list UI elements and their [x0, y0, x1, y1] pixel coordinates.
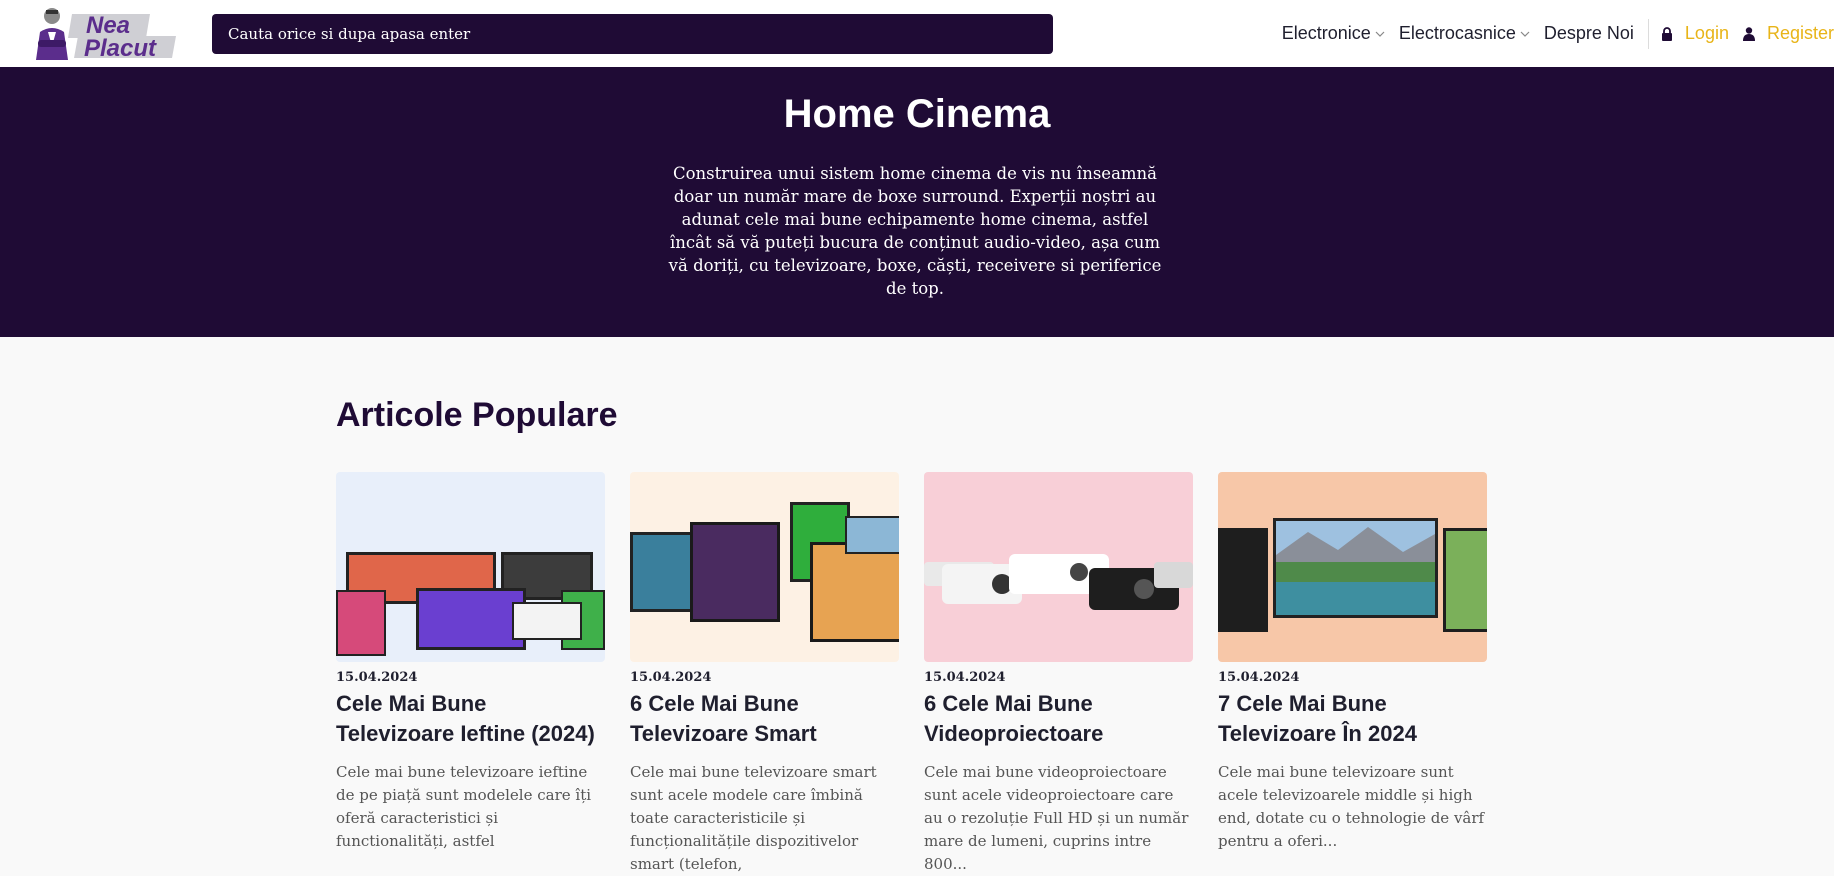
article-title[interactable]: 6 Cele Mai Bune Televizoare Smart	[630, 689, 899, 749]
nav-item-electrocasnice[interactable]: Electrocasnice	[1399, 23, 1530, 44]
user-icon	[1742, 26, 1755, 41]
nav-label: Electrocasnice	[1398, 23, 1516, 43]
nav-item-electronice[interactable]: Electronice	[1282, 23, 1385, 44]
article-title[interactable]: 7 Cele Mai Bune Televizoare În 2024	[1218, 689, 1487, 749]
lock-icon	[1661, 26, 1672, 41]
article-date: 15.04.2024	[336, 670, 418, 685]
article-excerpt: Cele mai bune videoproiectoare sunt acel…	[924, 763, 1189, 873]
article-card[interactable]: 15.04.2024 6 Cele Mai Bune Videoproiecto…	[924, 472, 1193, 876]
nav-divider	[1647, 18, 1649, 49]
article-card[interactable]: 15.04.2024 7 Cele Mai Bune Televizoare Î…	[1218, 472, 1487, 853]
main-nav: Electronice Electrocasnice Despre Noi Lo…	[1282, 0, 1834, 67]
chevron-down-icon	[1520, 31, 1530, 37]
login-link[interactable]: Login	[1661, 23, 1729, 44]
nav-item-despre-noi[interactable]: Despre Noi	[1544, 23, 1634, 44]
page-title: Home Cinema	[783, 92, 1051, 136]
nav-label: Electronice	[1281, 23, 1371, 43]
article-thumbnail[interactable]	[1218, 472, 1487, 662]
article-date: 15.04.2024	[630, 670, 712, 685]
article-thumbnail[interactable]	[630, 472, 899, 662]
logo-text-bottom: Placut	[84, 35, 157, 62]
register-label: Register	[1766, 23, 1834, 43]
article-thumbnail[interactable]	[924, 472, 1193, 662]
site-logo[interactable]: Nea Placut	[28, 2, 178, 62]
chevron-down-icon	[1375, 31, 1385, 37]
article-title[interactable]: 6 Cele Mai Bune Videoproiectoare	[924, 689, 1193, 749]
article-excerpt: Cele mai bune televizoare sunt acele tel…	[1218, 763, 1485, 850]
article-thumbnail[interactable]	[336, 472, 605, 662]
article-date: 15.04.2024	[1218, 670, 1300, 685]
article-excerpt: Cele mai bune televizoare smart sunt ace…	[630, 763, 877, 873]
hero-banner: Home Cinema Construirea unui sistem home…	[0, 67, 1834, 337]
article-card[interactable]: 15.04.2024 Cele Mai Bune Televizoare Ief…	[336, 472, 605, 853]
login-label: Login	[1684, 23, 1729, 43]
search-input[interactable]	[212, 14, 1053, 54]
article-date: 15.04.2024	[924, 670, 1006, 685]
nav-label: Despre Noi	[1543, 23, 1634, 43]
article-title[interactable]: Cele Mai Bune Televizoare Ieftine (2024)	[336, 689, 605, 749]
article-excerpt: Cele mai bune televizoare ieftine de pe …	[336, 763, 592, 850]
site-header: Nea Placut Electronice Electrocasnice De…	[0, 0, 1834, 67]
section-title: Articole Populare	[336, 396, 618, 434]
hero-description: Construirea unui sistem home cinema de v…	[668, 164, 1162, 298]
register-link[interactable]: Register	[1742, 23, 1834, 44]
article-card[interactable]: 15.04.2024 6 Cele Mai Bune Televizoare S…	[630, 472, 899, 876]
